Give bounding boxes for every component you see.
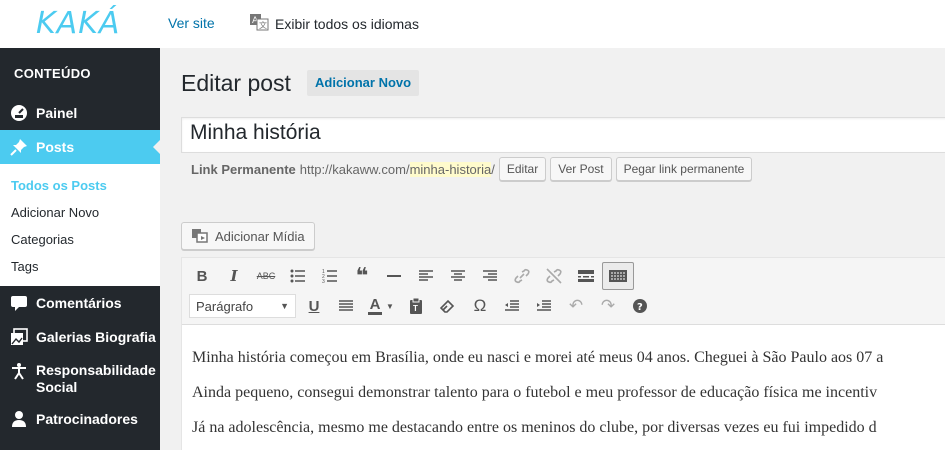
- add-media-button[interactable]: Adicionar Mídia: [181, 222, 315, 250]
- sidebar-heading: CONTEÚDO: [14, 66, 91, 81]
- media-icon: [191, 227, 215, 246]
- top-bar: KAKÁ Ver site A文 Exibir todos os idiomas: [0, 0, 945, 48]
- sidebar-item-label: Comentários: [36, 295, 122, 311]
- editor-toolbar: B I ABC 123 ❝ Parágrafo ▼ U A ▼ T Ω ↶ ↷ …: [182, 258, 945, 325]
- sidebar-item-label: Galerias Biografia: [36, 329, 156, 345]
- sidebar-item-galerias[interactable]: Galerias Biografia: [0, 320, 160, 354]
- link-icon[interactable]: [506, 262, 538, 290]
- justify-icon[interactable]: [330, 292, 362, 320]
- numbered-list-icon[interactable]: 123: [314, 262, 346, 290]
- main-content: Editar post Adicionar Novo Minha históri…: [160, 48, 945, 450]
- italic-icon[interactable]: I: [218, 262, 250, 290]
- svg-text:文: 文: [259, 20, 267, 30]
- align-left-icon[interactable]: [410, 262, 442, 290]
- user-icon: [10, 410, 28, 428]
- permalink-base: http://kakaww.com/: [299, 161, 410, 177]
- sidebar-item-label: Posts: [36, 139, 75, 155]
- clear-formatting-icon[interactable]: [432, 292, 464, 320]
- content-paragraph: Já na adolescência, mesmo me destacando …: [192, 419, 877, 436]
- bold-icon[interactable]: B: [186, 262, 218, 290]
- view-post-button[interactable]: Ver Post: [550, 157, 612, 181]
- editor-content[interactable]: Minha história começou em Brasília, onde…: [182, 325, 945, 450]
- format-select[interactable]: Parágrafo ▼: [189, 294, 296, 318]
- page-title: Editar post: [181, 70, 291, 96]
- outdent-icon[interactable]: [496, 292, 528, 320]
- toolbar-toggle-icon[interactable]: [602, 262, 634, 290]
- svg-text:?: ?: [637, 302, 643, 313]
- undo-icon[interactable]: ↶: [560, 292, 592, 320]
- show-all-languages-label: Exibir todos os idiomas: [275, 15, 419, 32]
- permalink-label: Link Permanente: [191, 161, 296, 177]
- svg-text:3: 3: [322, 279, 325, 283]
- sidebar-item-posts[interactable]: Posts: [0, 130, 160, 164]
- sidebar-item-painel[interactable]: Painel: [0, 96, 160, 130]
- accessibility-icon: [10, 362, 28, 380]
- submenu-add-new[interactable]: Adicionar Novo: [0, 199, 160, 226]
- submenu-all-posts[interactable]: Todos os Posts: [0, 172, 160, 199]
- submenu-categories[interactable]: Categorias: [0, 226, 160, 253]
- view-site-link[interactable]: Ver site: [168, 15, 215, 31]
- site-logo[interactable]: KAKÁ: [36, 6, 120, 41]
- read-more-icon[interactable]: [570, 262, 602, 290]
- dashboard-icon: [10, 104, 28, 122]
- special-character-icon[interactable]: Ω: [464, 292, 496, 320]
- format-select-value: Parágrafo: [196, 298, 254, 314]
- toolbar-row-1: B I ABC 123 ❝: [186, 261, 945, 291]
- content-paragraph: Ainda pequeno, consegui demonstrar talen…: [192, 384, 878, 401]
- post-editor: B I ABC 123 ❝ Parágrafo ▼ U A ▼ T Ω ↶ ↷ …: [181, 257, 945, 450]
- permalink-row: Link Permanente http://kakaww.com/minha-…: [191, 157, 753, 181]
- sidebar-item-label: Painel: [36, 105, 78, 121]
- sidebar-item-label: Responsabilidade Social: [36, 362, 156, 395]
- align-center-icon[interactable]: [442, 262, 474, 290]
- chevron-down-icon: ▼: [280, 301, 289, 311]
- sidebar-item-patrocinadores[interactable]: Patrocinadores: [0, 402, 160, 436]
- strikethrough-icon[interactable]: ABC: [250, 262, 282, 290]
- add-media-label: Adicionar Mídia: [215, 228, 305, 244]
- add-new-button[interactable]: Adicionar Novo: [307, 70, 420, 96]
- svg-text:T: T: [413, 304, 418, 313]
- permalink-slug[interactable]: minha-historia: [409, 161, 492, 177]
- posts-submenu: Todos os Posts Adicionar Novo Categorias…: [0, 164, 160, 286]
- align-right-icon[interactable]: [474, 262, 506, 290]
- admin-sidebar: CONTEÚDO Painel Posts Todos os Posts Adi…: [0, 48, 160, 450]
- paste-text-icon[interactable]: T: [400, 292, 432, 320]
- permalink-trail: /: [491, 161, 495, 177]
- comment-icon: [10, 294, 28, 312]
- show-all-languages-link[interactable]: A文 Exibir todos os idiomas: [249, 13, 419, 34]
- blockquote-icon[interactable]: ❝: [346, 262, 378, 290]
- redo-icon[interactable]: ↷: [592, 292, 624, 320]
- submenu-tags[interactable]: Tags: [0, 253, 160, 280]
- unlink-icon[interactable]: [538, 262, 570, 290]
- underline-icon[interactable]: U: [298, 292, 330, 320]
- sidebar-item-responsabilidade[interactable]: Responsabilidade Social: [0, 354, 160, 402]
- edit-permalink-button[interactable]: Editar: [498, 157, 547, 181]
- content-paragraph: Minha história começou em Brasília, onde…: [192, 349, 884, 366]
- toolbar-row-2: Parágrafo ▼ U A ▼ T Ω ↶ ↷ ?: [186, 291, 945, 321]
- sidebar-item-comentarios[interactable]: Comentários: [0, 286, 160, 320]
- horizontal-line-icon[interactable]: [378, 262, 410, 290]
- indent-icon[interactable]: [528, 292, 560, 320]
- text-color-icon[interactable]: A ▼: [362, 292, 400, 320]
- get-permalink-button[interactable]: Pegar link permanente: [615, 157, 753, 181]
- help-icon[interactable]: ?: [624, 292, 656, 320]
- pin-icon: [10, 138, 28, 156]
- sidebar-item-label: Patrocinadores: [36, 411, 138, 427]
- bulleted-list-icon[interactable]: [282, 262, 314, 290]
- translate-icon: A文: [249, 13, 275, 34]
- post-title-input[interactable]: Minha história: [181, 117, 945, 153]
- gallery-icon: [10, 328, 28, 346]
